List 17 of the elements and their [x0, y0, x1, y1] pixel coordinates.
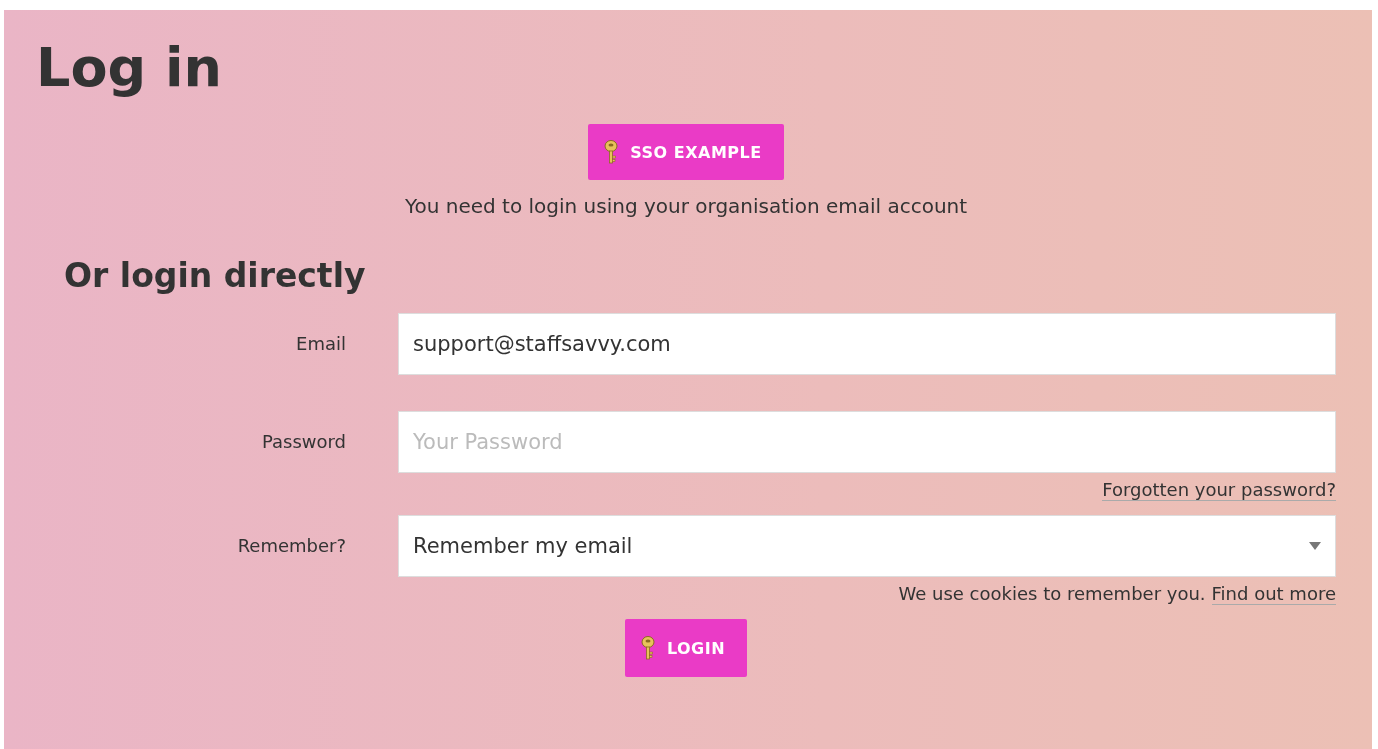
- help-text: We use cookies to remember you.: [898, 583, 1206, 605]
- help-link[interactable]: Forgotten your password?: [1102, 479, 1336, 501]
- password-field[interactable]: Your Password: [398, 411, 1336, 473]
- page-title: Log in: [36, 36, 222, 100]
- section-title: Or login directly: [64, 256, 366, 295]
- sso-button[interactable]: SSO EXAMPLE: [588, 124, 784, 180]
- sso-note: You need to login using your organisation email account: [404, 194, 968, 218]
- key-icon: [604, 140, 619, 164]
- select-field[interactable]: Remember my email: [398, 515, 1336, 577]
- field-label: Password: [261, 430, 346, 454]
- caret-icon: [1309, 542, 1321, 550]
- key-icon: [640, 636, 655, 660]
- email-field[interactable]: support@staffsavvy.com: [398, 313, 1336, 375]
- field-label: Remember?: [237, 534, 346, 558]
- login-button[interactable]: LOGIN: [624, 619, 748, 677]
- field-label: Email: [296, 332, 346, 356]
- help-link[interactable]: Find out more: [1211, 583, 1336, 605]
